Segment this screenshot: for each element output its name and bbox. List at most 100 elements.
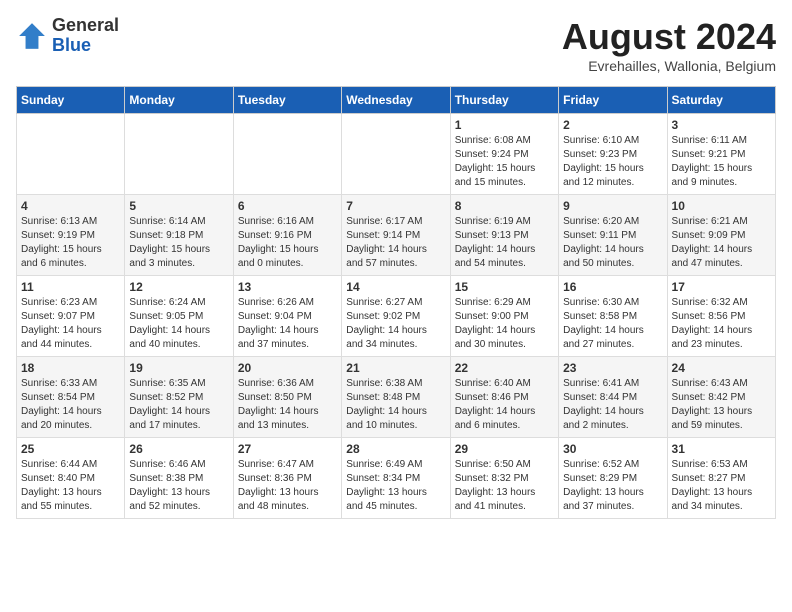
day-number: 4 <box>21 199 120 213</box>
calendar-week-1: 1 Sunrise: 6:08 AM Sunset: 9:24 PM Daylig… <box>17 114 776 195</box>
day-header-tuesday: Tuesday <box>233 87 341 114</box>
month-title: August 2024 <box>562 16 776 58</box>
day-number: 7 <box>346 199 445 213</box>
day-number: 1 <box>455 118 554 132</box>
day-info: Sunrise: 6:35 AM Sunset: 8:52 PM Dayligh… <box>129 377 228 433</box>
calendar-cell: 20 Sunrise: 6:36 AM Sunset: 8:50 PM Dayli… <box>233 357 341 438</box>
calendar-week-3: 11 Sunrise: 6:23 AM Sunset: 9:07 PM Dayli… <box>17 276 776 357</box>
day-info: Sunrise: 6:50 AM Sunset: 8:32 PM Dayligh… <box>455 458 554 514</box>
day-number: 3 <box>672 118 771 132</box>
day-number: 14 <box>346 280 445 294</box>
day-number: 18 <box>21 361 120 375</box>
calendar-cell: 4 Sunrise: 6:13 AM Sunset: 9:19 PM Daylig… <box>17 195 125 276</box>
day-number: 27 <box>238 442 337 456</box>
day-number: 5 <box>129 199 228 213</box>
day-info: Sunrise: 6:38 AM Sunset: 8:48 PM Dayligh… <box>346 377 445 433</box>
day-number: 26 <box>129 442 228 456</box>
calendar-cell: 13 Sunrise: 6:26 AM Sunset: 9:04 PM Dayli… <box>233 276 341 357</box>
day-number: 30 <box>563 442 662 456</box>
location: Evrehailles, Wallonia, Belgium <box>562 58 776 74</box>
day-number: 9 <box>563 199 662 213</box>
day-info: Sunrise: 6:43 AM Sunset: 8:42 PM Dayligh… <box>672 377 771 433</box>
calendar-cell: 16 Sunrise: 6:30 AM Sunset: 8:58 PM Dayli… <box>559 276 667 357</box>
day-number: 23 <box>563 361 662 375</box>
day-number: 22 <box>455 361 554 375</box>
logo-text: General Blue <box>52 16 119 56</box>
calendar-week-5: 25Sunrise: 6:44 AM Sunset: 8:40 PM Dayli… <box>17 438 776 519</box>
day-header-saturday: Saturday <box>667 87 775 114</box>
day-info: Sunrise: 6:46 AM Sunset: 8:38 PM Dayligh… <box>129 458 228 514</box>
day-info: Sunrise: 6:30 AM Sunset: 8:58 PM Dayligh… <box>563 296 662 352</box>
calendar-cell: 29 Sunrise: 6:50 AM Sunset: 8:32 PM Dayli… <box>450 438 558 519</box>
day-info: Sunrise: 6:14 AM Sunset: 9:18 PM Dayligh… <box>129 215 228 271</box>
day-info: Sunrise: 6:49 AM Sunset: 8:34 PM Dayligh… <box>346 458 445 514</box>
day-number: 15 <box>455 280 554 294</box>
calendar-cell: 14 Sunrise: 6:27 AM Sunset: 9:02 PM Dayli… <box>342 276 450 357</box>
day-info: Sunrise: 6:13 AM Sunset: 9:19 PM Dayligh… <box>21 215 120 271</box>
calendar-cell: 18 Sunrise: 6:33 AM Sunset: 8:54 PM Dayli… <box>17 357 125 438</box>
calendar-cell: 23 Sunrise: 6:41 AM Sunset: 8:44 PM Dayli… <box>559 357 667 438</box>
header: General Blue August 2024 Evrehailles, Wa… <box>16 16 776 74</box>
day-info: Sunrise: 6:36 AM Sunset: 8:50 PM Dayligh… <box>238 377 337 433</box>
day-info: Sunrise: 6:24 AM Sunset: 9:05 PM Dayligh… <box>129 296 228 352</box>
day-info: Sunrise: 6:47 AM Sunset: 8:36 PM Dayligh… <box>238 458 337 514</box>
day-number: 10 <box>672 199 771 213</box>
day-number: 21 <box>346 361 445 375</box>
day-info: Sunrise: 6:16 AM Sunset: 9:16 PM Dayligh… <box>238 215 337 271</box>
calendar-cell: 25Sunrise: 6:44 AM Sunset: 8:40 PM Dayli… <box>17 438 125 519</box>
calendar-cell: 8Sunrise: 6:19 AM Sunset: 9:13 PM Daylig… <box>450 195 558 276</box>
day-header-monday: Monday <box>125 87 233 114</box>
day-info: Sunrise: 6:23 AM Sunset: 9:07 PM Dayligh… <box>21 296 120 352</box>
calendar-cell <box>233 114 341 195</box>
day-header-sunday: Sunday <box>17 87 125 114</box>
calendar-cell: 1 Sunrise: 6:08 AM Sunset: 9:24 PM Daylig… <box>450 114 558 195</box>
day-number: 31 <box>672 442 771 456</box>
day-number: 20 <box>238 361 337 375</box>
calendar-cell: 9Sunrise: 6:20 AM Sunset: 9:11 PM Daylig… <box>559 195 667 276</box>
calendar-cell: 3Sunrise: 6:11 AM Sunset: 9:21 PM Daylig… <box>667 114 775 195</box>
calendar-week-2: 4 Sunrise: 6:13 AM Sunset: 9:19 PM Daylig… <box>17 195 776 276</box>
title-area: August 2024 Evrehailles, Wallonia, Belgi… <box>562 16 776 74</box>
day-info: Sunrise: 6:21 AM Sunset: 9:09 PM Dayligh… <box>672 215 771 271</box>
calendar-cell: 26 Sunrise: 6:46 AM Sunset: 8:38 PM Dayli… <box>125 438 233 519</box>
calendar-cell: 31 Sunrise: 6:53 AM Sunset: 8:27 PM Dayli… <box>667 438 775 519</box>
calendar-cell: 17Sunrise: 6:32 AM Sunset: 8:56 PM Dayli… <box>667 276 775 357</box>
day-info: Sunrise: 6:27 AM Sunset: 9:02 PM Dayligh… <box>346 296 445 352</box>
calendar-cell: 19Sunrise: 6:35 AM Sunset: 8:52 PM Dayli… <box>125 357 233 438</box>
day-number: 11 <box>21 280 120 294</box>
day-number: 13 <box>238 280 337 294</box>
calendar-cell: 15 Sunrise: 6:29 AM Sunset: 9:00 PM Dayli… <box>450 276 558 357</box>
logo-icon <box>16 20 48 52</box>
day-info: Sunrise: 6:52 AM Sunset: 8:29 PM Dayligh… <box>563 458 662 514</box>
day-number: 17 <box>672 280 771 294</box>
day-info: Sunrise: 6:33 AM Sunset: 8:54 PM Dayligh… <box>21 377 120 433</box>
calendar-cell: 24 Sunrise: 6:43 AM Sunset: 8:42 PM Dayli… <box>667 357 775 438</box>
day-info: Sunrise: 6:10 AM Sunset: 9:23 PM Dayligh… <box>563 134 662 190</box>
day-info: Sunrise: 6:29 AM Sunset: 9:00 PM Dayligh… <box>455 296 554 352</box>
day-info: Sunrise: 6:08 AM Sunset: 9:24 PM Dayligh… <box>455 134 554 190</box>
day-info: Sunrise: 6:41 AM Sunset: 8:44 PM Dayligh… <box>563 377 662 433</box>
day-number: 25 <box>21 442 120 456</box>
calendar-cell: 2 Sunrise: 6:10 AM Sunset: 9:23 PM Daylig… <box>559 114 667 195</box>
day-number: 6 <box>238 199 337 213</box>
calendar-cell <box>125 114 233 195</box>
calendar-header-row: SundayMondayTuesdayWednesdayThursdayFrid… <box>17 87 776 114</box>
calendar-cell: 28 Sunrise: 6:49 AM Sunset: 8:34 PM Dayli… <box>342 438 450 519</box>
calendar-body: 1 Sunrise: 6:08 AM Sunset: 9:24 PM Daylig… <box>17 114 776 519</box>
day-number: 16 <box>563 280 662 294</box>
day-number: 12 <box>129 280 228 294</box>
day-header-friday: Friday <box>559 87 667 114</box>
calendar-cell: 21 Sunrise: 6:38 AM Sunset: 8:48 PM Dayli… <box>342 357 450 438</box>
day-number: 28 <box>346 442 445 456</box>
day-info: Sunrise: 6:53 AM Sunset: 8:27 PM Dayligh… <box>672 458 771 514</box>
calendar-cell: 6 Sunrise: 6:16 AM Sunset: 9:16 PM Daylig… <box>233 195 341 276</box>
day-number: 2 <box>563 118 662 132</box>
day-header-thursday: Thursday <box>450 87 558 114</box>
calendar-table: SundayMondayTuesdayWednesdayThursdayFrid… <box>16 86 776 519</box>
day-number: 24 <box>672 361 771 375</box>
calendar-cell: 22Sunrise: 6:40 AM Sunset: 8:46 PM Dayli… <box>450 357 558 438</box>
day-number: 29 <box>455 442 554 456</box>
calendar-week-4: 18 Sunrise: 6:33 AM Sunset: 8:54 PM Dayli… <box>17 357 776 438</box>
calendar-cell: 30 Sunrise: 6:52 AM Sunset: 8:29 PM Dayli… <box>559 438 667 519</box>
day-info: Sunrise: 6:26 AM Sunset: 9:04 PM Dayligh… <box>238 296 337 352</box>
